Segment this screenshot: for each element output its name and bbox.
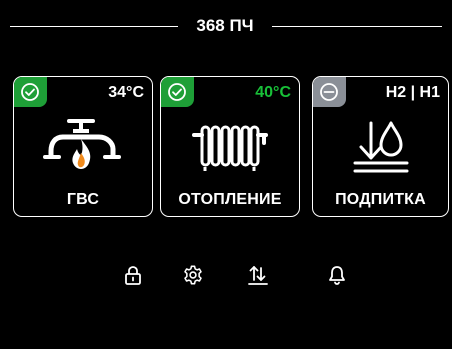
page-title: 368 ПЧ bbox=[196, 16, 254, 35]
radiator-icon bbox=[192, 125, 268, 171]
check-circle-icon bbox=[21, 82, 39, 101]
card-hot-water[interactable]: 34°C ГВС bbox=[13, 76, 153, 217]
minus-circle-icon bbox=[320, 82, 338, 101]
header-line-left bbox=[10, 26, 178, 27]
lock-icon bbox=[125, 266, 141, 285]
level-indicator: H2 | H1 bbox=[385, 84, 440, 101]
water-fill-icon bbox=[353, 121, 408, 173]
notifications-button[interactable] bbox=[324, 262, 350, 288]
temperature-value: 40°C bbox=[255, 84, 291, 101]
faucet-flame-icon bbox=[43, 119, 121, 169]
header-line-right bbox=[272, 26, 442, 27]
lock-button[interactable] bbox=[120, 262, 146, 288]
card-heating[interactable]: 40°C ОТОПЛЕНИЕ bbox=[160, 76, 300, 217]
card-label: ГВС bbox=[66, 191, 100, 208]
settings-button[interactable] bbox=[180, 262, 206, 288]
card-label: ОТОПЛЕНИЕ bbox=[178, 191, 282, 208]
card-refill[interactable]: H2 | H1 ПОДПИТКА bbox=[312, 76, 449, 217]
bottom-toolbar bbox=[0, 262, 452, 288]
status-badge bbox=[161, 77, 194, 107]
temperature-value: 34°C bbox=[108, 84, 144, 101]
card-label: ПОДПИТКА bbox=[335, 191, 426, 208]
sort-arrows-icon bbox=[248, 266, 268, 285]
transfer-button[interactable] bbox=[245, 262, 271, 288]
bell-icon bbox=[329, 266, 345, 285]
gear-icon bbox=[184, 265, 202, 285]
header-bar: 368 ПЧ bbox=[10, 14, 442, 38]
status-badge bbox=[14, 77, 47, 107]
check-circle-icon bbox=[168, 82, 186, 101]
status-badge bbox=[313, 77, 346, 107]
